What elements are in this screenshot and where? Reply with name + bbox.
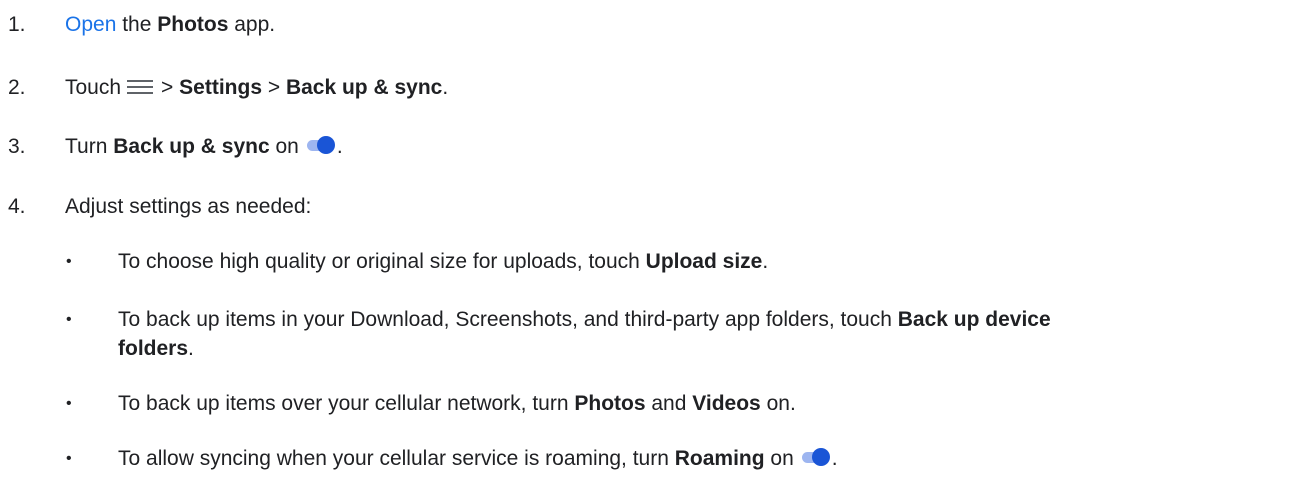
step-number: 2. bbox=[8, 76, 26, 99]
photos-app-label: Photos bbox=[157, 13, 229, 36]
toggle-on-icon bbox=[801, 448, 832, 467]
bullet-text: To allow syncing when your cellular serv… bbox=[118, 447, 838, 470]
menu-icon bbox=[127, 79, 154, 94]
step-number: 1. bbox=[8, 13, 26, 36]
step-text: Touch > Settings > Back up & sync. bbox=[65, 76, 449, 99]
toggle-on-icon bbox=[306, 136, 337, 155]
bullet-text: To back up items over your cellular netw… bbox=[118, 392, 796, 415]
step-text: Open the Photos app. bbox=[65, 13, 276, 36]
settings-label: Settings bbox=[179, 76, 262, 99]
back-up-device-folders-label: Back up device bbox=[897, 308, 1051, 331]
bullet-marker: • bbox=[66, 450, 72, 467]
videos-label: Videos bbox=[692, 392, 761, 415]
step-number: 4. bbox=[8, 195, 26, 218]
bullet-text-line-1: To back up items in your Download, Scree… bbox=[118, 308, 1051, 331]
photos-label: Photos bbox=[574, 392, 646, 415]
back-up-device-folders-label: folders bbox=[118, 337, 189, 360]
bullet-text: To choose high quality or original size … bbox=[118, 250, 769, 273]
step-text: Turn Back up & sync on. bbox=[65, 135, 343, 158]
bullet-text-line-2: folders. bbox=[118, 337, 194, 360]
upload-size-label: Upload size bbox=[645, 250, 763, 273]
bullet-marker: • bbox=[66, 253, 72, 270]
step-number: 3. bbox=[8, 135, 26, 158]
back-up-sync-label: Back up & sync bbox=[113, 135, 270, 158]
back-up-sync-label: Back up & sync bbox=[285, 76, 443, 99]
step-text: Adjust settings as needed: bbox=[65, 195, 312, 218]
bullet-marker: • bbox=[66, 395, 72, 412]
roaming-label: Roaming bbox=[674, 447, 765, 470]
open-link[interactable]: Open bbox=[65, 13, 116, 36]
bullet-marker: • bbox=[66, 311, 72, 328]
